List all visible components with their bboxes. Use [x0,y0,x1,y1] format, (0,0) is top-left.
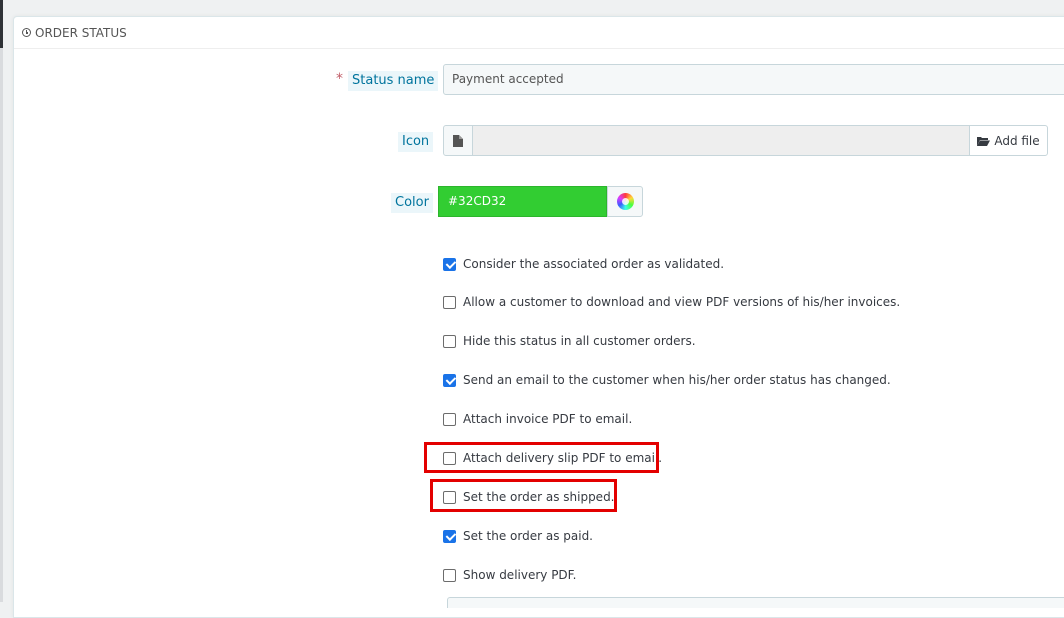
status-name-input[interactable]: Payment accepted [443,64,1064,95]
status-name-label: Status name [348,71,439,91]
add-file-button[interactable]: Add file [969,125,1048,156]
icon-file-group: Add file [443,125,1048,156]
option-paid[interactable]: Set the order as paid. [443,528,593,544]
clock-icon [22,28,31,37]
color-wheel-icon [616,193,634,210]
color-label: Color [391,193,433,213]
option-label: Attach invoice PDF to email. [463,412,633,426]
required-asterisk: * [336,71,343,87]
checkbox-invoice-download[interactable] [443,295,456,309]
icon-label: Icon [398,132,434,152]
add-file-label: Add file [994,133,1040,148]
option-send-email[interactable]: Send an email to the customer when his/h… [443,372,891,388]
option-label: Allow a customer to download and view PD… [463,295,901,309]
option-label: Show delivery PDF. [463,568,577,582]
checkbox-send-email[interactable] [443,373,456,387]
option-invoice-download[interactable]: Allow a customer to download and view PD… [443,294,900,310]
highlight-box-shipped [430,479,617,512]
option-label: Hide this status in all customer orders. [463,334,696,348]
option-hide-status[interactable]: Hide this status in all customer orders. [443,333,696,349]
checkbox-paid[interactable] [443,529,456,543]
color-picker-button[interactable] [607,186,643,217]
checkbox-attach-invoice[interactable] [443,412,456,426]
option-label: Consider the associated order as validat… [463,257,725,271]
checkbox-validated[interactable] [443,257,456,271]
option-attach-invoice[interactable]: Attach invoice PDF to email. [443,411,632,427]
highlight-box-delivery-slip [424,442,659,473]
checkbox-show-delivery-pdf[interactable] [443,568,456,582]
sidebar-edge [0,0,3,48]
option-label: Send an email to the customer when his/h… [463,373,891,387]
icon-file-field[interactable] [473,125,969,156]
option-validated[interactable]: Consider the associated order as validat… [443,256,724,272]
option-show-delivery-pdf[interactable]: Show delivery PDF. [443,567,576,583]
sidebar-edge-lower [0,48,3,602]
panel-title: ORDER STATUS [35,25,127,40]
file-icon [443,125,473,156]
next-input-edge [447,597,1064,608]
checkbox-hide-status[interactable] [443,334,456,348]
panel-heading: ORDER STATUS [14,17,1064,49]
option-label: Set the order as paid. [463,529,593,543]
folder-open-icon [977,136,991,146]
color-input[interactable]: #32CD32 [438,186,607,217]
color-group: #32CD32 [438,186,643,217]
